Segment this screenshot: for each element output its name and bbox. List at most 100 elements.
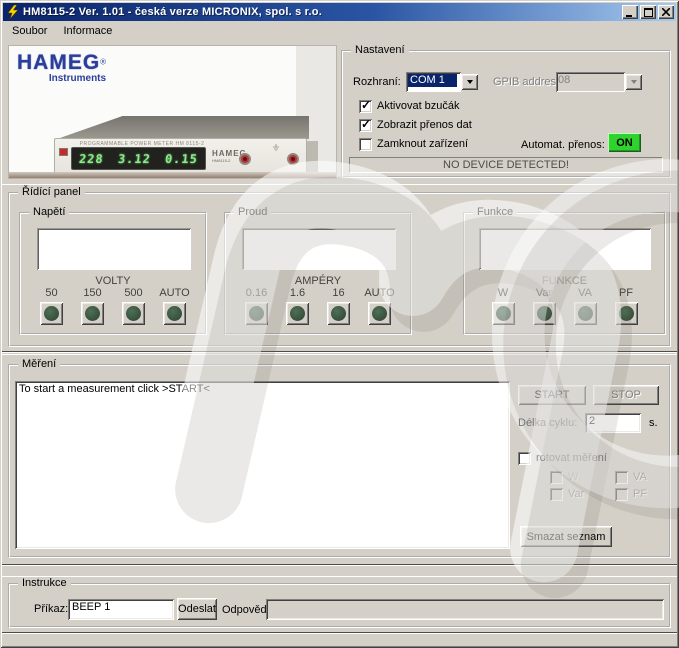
funkce-unit-label: FUNKCE <box>465 275 664 287</box>
aktivovat-bzucak-checkbox[interactable]: Aktivovat bzučák <box>359 100 460 113</box>
ground-symbol-icon <box>272 144 280 151</box>
instrukce-group: Instrukce Příkaz: BEEP 1 Odeslat Odpověď… <box>8 583 671 628</box>
smazat-seznam-button[interactable]: Smazat seznam <box>520 526 612 547</box>
proud-unit-label: AMPÉRY <box>226 275 410 287</box>
checkbox-label: Zamknout zařízení <box>377 138 468 150</box>
red-jack-left <box>239 153 251 165</box>
rot-w-checkbox: W <box>550 471 578 484</box>
delka-cyklu-unit: s. <box>649 417 658 429</box>
funkce-range-row: W Var VA PF <box>465 287 664 325</box>
funkce-w-button[interactable] <box>492 302 515 325</box>
delka-cyklu-input[interactable]: 2 <box>585 413 641 433</box>
odeslat-button[interactable]: Odeslat <box>177 598 217 620</box>
zobrazit-prenos-checkbox[interactable]: Zobrazit přenos dat <box>359 119 472 132</box>
checkbox-box[interactable] <box>359 100 372 113</box>
proud-range-row: 0.16 1.6 16 AUTO <box>226 287 410 325</box>
menu-informace[interactable]: Informace <box>55 23 120 40</box>
mereni-group: Měření To start a measurement click >STA… <box>8 364 671 558</box>
funkce-group: Funkce FUNKCE W Var VA PF <box>463 212 666 335</box>
titlebar[interactable]: HM8115-2 Ver. 1.01 - česká verze MICRONI… <box>3 3 676 21</box>
proud-auto-label: AUTO <box>364 287 394 299</box>
rozhrani-combobox[interactable]: COM 1 <box>406 72 480 92</box>
menubar: Soubor Informace <box>3 21 676 41</box>
start-button[interactable]: START <box>518 385 586 405</box>
stop-button: STOP <box>593 385 659 405</box>
checkbox-box[interactable] <box>359 119 372 132</box>
checkbox-label: W <box>568 471 578 483</box>
odpoved-label: Odpověď: <box>222 604 270 616</box>
proud-016-button[interactable] <box>245 302 268 325</box>
napeti-unit-label: VOLTY <box>21 275 205 287</box>
funkce-title: Funkce <box>473 206 517 219</box>
checkbox-box <box>615 471 628 484</box>
hameg-logo-text: HAMEG <box>17 51 100 74</box>
funkce-w-label: W <box>498 287 508 299</box>
checkbox-label: Var <box>568 488 584 500</box>
maximize-button[interactable] <box>640 5 656 19</box>
checkbox-box <box>615 488 628 501</box>
device-top-surface <box>57 116 309 139</box>
window-title: HM8115-2 Ver. 1.01 - česká verze MICRONI… <box>23 6 620 18</box>
nastaveni-title: Nastavení <box>351 44 409 57</box>
measurement-hint-text: To start a measurement click >START< <box>19 383 210 395</box>
rotovat-mereni-checkbox[interactable]: rotovat měření <box>518 452 607 465</box>
napeti-range-row: 50 150 500 AUTO <box>21 287 205 325</box>
proud-title: Proud <box>234 206 271 219</box>
prikaz-input[interactable]: BEEP 1 <box>68 599 174 620</box>
funkce-var-button[interactable] <box>533 302 556 325</box>
rozhrani-label: Rozhraní: <box>353 76 401 88</box>
close-button[interactable] <box>658 5 674 19</box>
funkce-pf-button[interactable] <box>615 302 638 325</box>
display-power: 0.15 <box>164 152 198 166</box>
napeti-group: Napětí VOLTY 50 150 500 AUTO <box>19 212 207 335</box>
zamknout-zarizeni-checkbox[interactable]: Zamknout zařízení <box>359 138 468 151</box>
rot-var-checkbox: Var <box>550 488 584 501</box>
funkce-va-button[interactable] <box>574 302 597 325</box>
mereni-title: Měření <box>18 358 60 371</box>
checkbox-label: VA <box>633 471 647 483</box>
checkbox-box <box>550 471 563 484</box>
gpib-value: 08 <box>556 72 625 92</box>
gpib-label: GPIB addresa: <box>493 76 565 88</box>
prikaz-label: Příkaz: <box>34 603 68 615</box>
checkbox-box[interactable] <box>518 452 531 465</box>
measurement-listbox[interactable]: To start a measurement click >START< <box>15 381 510 549</box>
checkbox-box[interactable] <box>359 138 372 151</box>
napeti-50-label: 50 <box>45 287 57 299</box>
display-current: 3.12 <box>117 152 151 166</box>
automat-prenos-label: Automat. přenos: <box>521 139 605 151</box>
hameg-logo: HAMEG® Instruments <box>17 52 106 84</box>
napeti-50-button[interactable] <box>40 302 63 325</box>
checkbox-label: rotovat měření <box>536 452 607 464</box>
menu-soubor[interactable]: Soubor <box>4 23 55 40</box>
photo-floor-strip <box>9 172 336 178</box>
gpib-combobox: 08 <box>556 72 644 92</box>
funkce-pf-label: PF <box>619 287 633 299</box>
rozhrani-value: COM 1 <box>406 72 461 92</box>
odpoved-field <box>266 599 664 620</box>
napeti-title: Napětí <box>29 206 69 219</box>
proud-16-label: 1.6 <box>290 287 305 299</box>
rot-va-checkbox: VA <box>615 471 647 484</box>
delka-cyklu-label: Délka cyklu: <box>518 417 577 429</box>
ridici-panel-title: Řídící panel <box>18 186 85 199</box>
proud-auto-button[interactable] <box>368 302 391 325</box>
proud-16-button[interactable] <box>286 302 309 325</box>
automat-prenos-toggle[interactable]: ON <box>608 133 641 152</box>
nastaveni-group: Nastavení Rozhraní: COM 1 GPIB addresa: … <box>341 50 671 178</box>
proud-160-button[interactable] <box>327 302 350 325</box>
proud-016-label: 0.16 <box>246 287 267 299</box>
napeti-auto-button[interactable] <box>163 302 186 325</box>
power-button-icon <box>59 148 68 156</box>
proud-group: Proud AMPÉRY 0.16 1.6 16 AUTO <box>224 212 412 335</box>
instrukce-title: Instrukce <box>18 577 71 590</box>
napeti-500-button[interactable] <box>122 302 145 325</box>
proud-160-label: 16 <box>332 287 344 299</box>
minimize-button[interactable] <box>622 5 638 19</box>
chevron-down-icon[interactable] <box>461 74 478 90</box>
checkbox-label: Zobrazit přenos dat <box>377 119 472 131</box>
napeti-150-button[interactable] <box>81 302 104 325</box>
checkbox-label: PF <box>633 488 647 500</box>
display-voltage: 228 <box>78 152 104 166</box>
napeti-500-label: 500 <box>124 287 142 299</box>
